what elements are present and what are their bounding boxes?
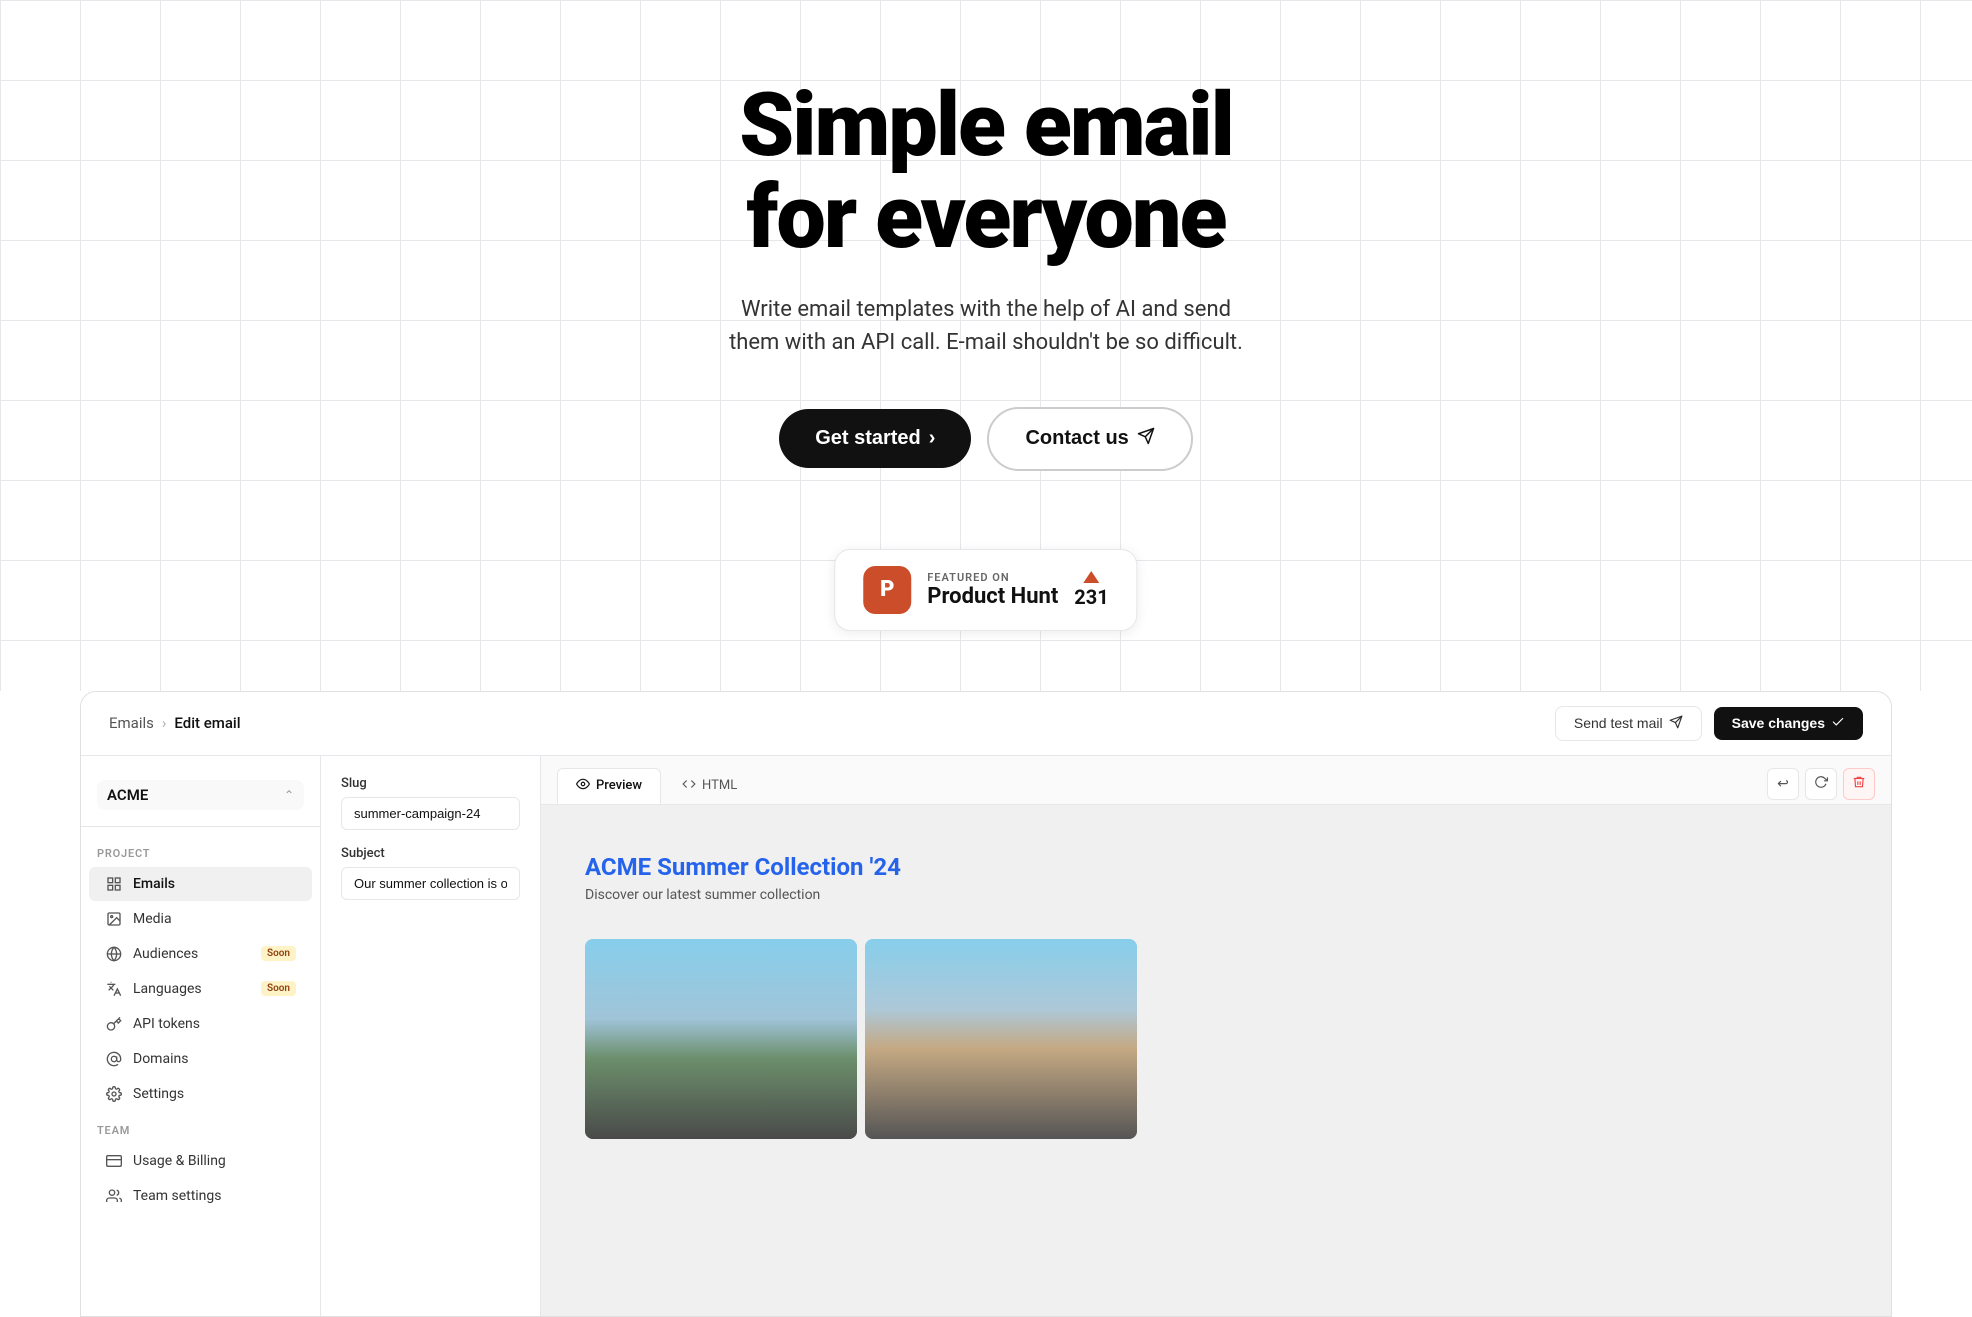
- sidebar-item-billing[interactable]: Usage & Billing: [89, 1144, 312, 1178]
- sidebar-item-settings[interactable]: Settings: [89, 1077, 312, 1111]
- breadcrumb-parent[interactable]: Emails: [109, 714, 154, 732]
- subject-label: Subject: [341, 846, 520, 861]
- ph-vote-count: 231: [1074, 585, 1108, 609]
- chevron-icon: ⌃: [284, 788, 294, 802]
- form-section: Slug Subject: [321, 756, 541, 1316]
- sidebar-item-emails[interactable]: Emails: [89, 867, 312, 901]
- sidebar: ACME ⌃ PROJECT Emails Media: [81, 756, 321, 1316]
- email-description: Discover our latest summer collection: [585, 887, 1137, 903]
- send-test-button[interactable]: Send test mail: [1555, 706, 1702, 741]
- audiences-soon-badge: Soon: [261, 946, 296, 961]
- preview-tabs: Preview HTML ↩: [541, 756, 1891, 805]
- ph-votes: 231: [1074, 571, 1108, 609]
- languages-soon-badge: Soon: [261, 981, 296, 996]
- email-image-1: Q: [585, 939, 857, 1139]
- workspace-selector[interactable]: ACME ⌃: [97, 780, 304, 810]
- arrow-right-icon: ›: [929, 427, 936, 450]
- breadcrumb-separator: ›: [162, 714, 167, 732]
- sidebar-item-audiences[interactable]: Audiences Soon: [89, 937, 312, 971]
- slug-input[interactable]: [341, 797, 520, 830]
- code-icon: [682, 777, 696, 795]
- sidebar-billing-label: Usage & Billing: [133, 1153, 226, 1169]
- tab-html[interactable]: HTML: [663, 768, 756, 804]
- app-window: Emails › Edit email Send test mail Save …: [80, 691, 1892, 1317]
- product-hunt-badge[interactable]: P FEATURED ON Product Hunt 231: [834, 549, 1137, 631]
- key-icon: [105, 1015, 123, 1033]
- contact-us-button[interactable]: Contact us: [987, 407, 1192, 471]
- sidebar-item-api-tokens[interactable]: API tokens: [89, 1007, 312, 1041]
- get-started-button[interactable]: Get started ›: [779, 409, 971, 468]
- at-icon: [105, 1050, 123, 1068]
- email-body: ACME Summer Collection '24 Discover our …: [561, 825, 1161, 1155]
- hero-buttons: Get started › Contact us: [779, 407, 1193, 471]
- image-icon: [105, 910, 123, 928]
- email-header-block: ACME Summer Collection '24 Discover our …: [561, 825, 1161, 923]
- ph-name: Product Hunt: [927, 584, 1058, 609]
- hero-section: Simple email for everyone Write email te…: [0, 0, 1972, 691]
- sidebar-item-media[interactable]: Media: [89, 902, 312, 936]
- trash-icon: [1852, 775, 1866, 792]
- html-tab-label: HTML: [702, 778, 737, 793]
- undo-button[interactable]: ↩: [1767, 768, 1799, 800]
- hero-title-line2: for everyone: [746, 166, 1225, 269]
- sidebar-languages-label: Languages: [133, 981, 202, 997]
- get-started-label: Get started: [815, 427, 921, 450]
- eye-icon: [576, 777, 590, 795]
- email-image-2: [865, 939, 1137, 1139]
- sidebar-project-label: PROJECT: [81, 835, 320, 866]
- gear-icon: [105, 1085, 123, 1103]
- app-body: ACME ⌃ PROJECT Emails Media: [81, 756, 1891, 1316]
- send-test-label: Send test mail: [1574, 715, 1663, 731]
- header-actions: Send test mail Save changes: [1555, 706, 1863, 741]
- card-icon: [105, 1152, 123, 1170]
- right-panel: Slug Subject Preview: [321, 756, 1891, 1316]
- sidebar-team-label: TEAM: [81, 1112, 320, 1143]
- hero-title: Simple email for everyone: [739, 80, 1233, 265]
- sidebar-item-domains[interactable]: Domains: [89, 1042, 312, 1076]
- redo-icon: [1814, 775, 1828, 792]
- hero-subtitle: Write email templates with the help of A…: [726, 293, 1246, 359]
- email-preview: ACME Summer Collection '24 Discover our …: [541, 805, 1891, 1316]
- app-header: Emails › Edit email Send test mail Save …: [81, 692, 1891, 756]
- hero-title-line1: Simple email: [739, 74, 1233, 177]
- slug-label: Slug: [341, 776, 520, 791]
- contact-us-label: Contact us: [1025, 427, 1128, 450]
- ph-text: FEATURED ON Product Hunt: [927, 571, 1058, 609]
- save-changes-button[interactable]: Save changes: [1714, 707, 1863, 740]
- sidebar-team-settings-label: Team settings: [133, 1188, 222, 1204]
- ph-triangle-icon: [1084, 571, 1100, 583]
- delete-button[interactable]: [1843, 768, 1875, 800]
- sidebar-emails-label: Emails: [133, 876, 175, 892]
- sidebar-domains-label: Domains: [133, 1051, 188, 1067]
- redo-button[interactable]: [1805, 768, 1837, 800]
- preview-section: Preview HTML ↩: [541, 756, 1891, 1316]
- ph-logo-icon: P: [863, 566, 911, 614]
- sidebar-audiences-label: Audiences: [133, 946, 198, 962]
- breadcrumb: Emails › Edit email: [109, 714, 241, 732]
- sidebar-item-team-settings[interactable]: Team settings: [89, 1179, 312, 1213]
- ph-featured-label: FEATURED ON: [927, 571, 1058, 584]
- save-changes-label: Save changes: [1732, 715, 1825, 731]
- send-test-icon: [1669, 715, 1683, 732]
- globe-icon: [105, 945, 123, 963]
- preview-tab-label: Preview: [596, 778, 642, 793]
- users-icon: [105, 1187, 123, 1205]
- email-title: ACME Summer Collection '24: [585, 853, 1137, 881]
- svg-text:Q: Q: [714, 1041, 723, 1056]
- workspace-name: ACME: [107, 786, 148, 804]
- breadcrumb-current: Edit email: [174, 714, 240, 732]
- email-images: Q: [561, 923, 1161, 1155]
- sidebar-settings-label: Settings: [133, 1086, 184, 1102]
- undo-icon: ↩: [1777, 775, 1789, 792]
- sidebar-workspace: ACME ⌃: [81, 772, 320, 827]
- subject-input[interactable]: [341, 867, 520, 900]
- tab-preview[interactable]: Preview: [557, 768, 661, 804]
- send-icon: [1137, 427, 1155, 451]
- sidebar-media-label: Media: [133, 911, 172, 927]
- sidebar-api-tokens-label: API tokens: [133, 1016, 200, 1032]
- translate-icon: [105, 980, 123, 998]
- save-icon: [1831, 715, 1845, 732]
- grid-icon: [105, 875, 123, 893]
- sidebar-item-languages[interactable]: Languages Soon: [89, 972, 312, 1006]
